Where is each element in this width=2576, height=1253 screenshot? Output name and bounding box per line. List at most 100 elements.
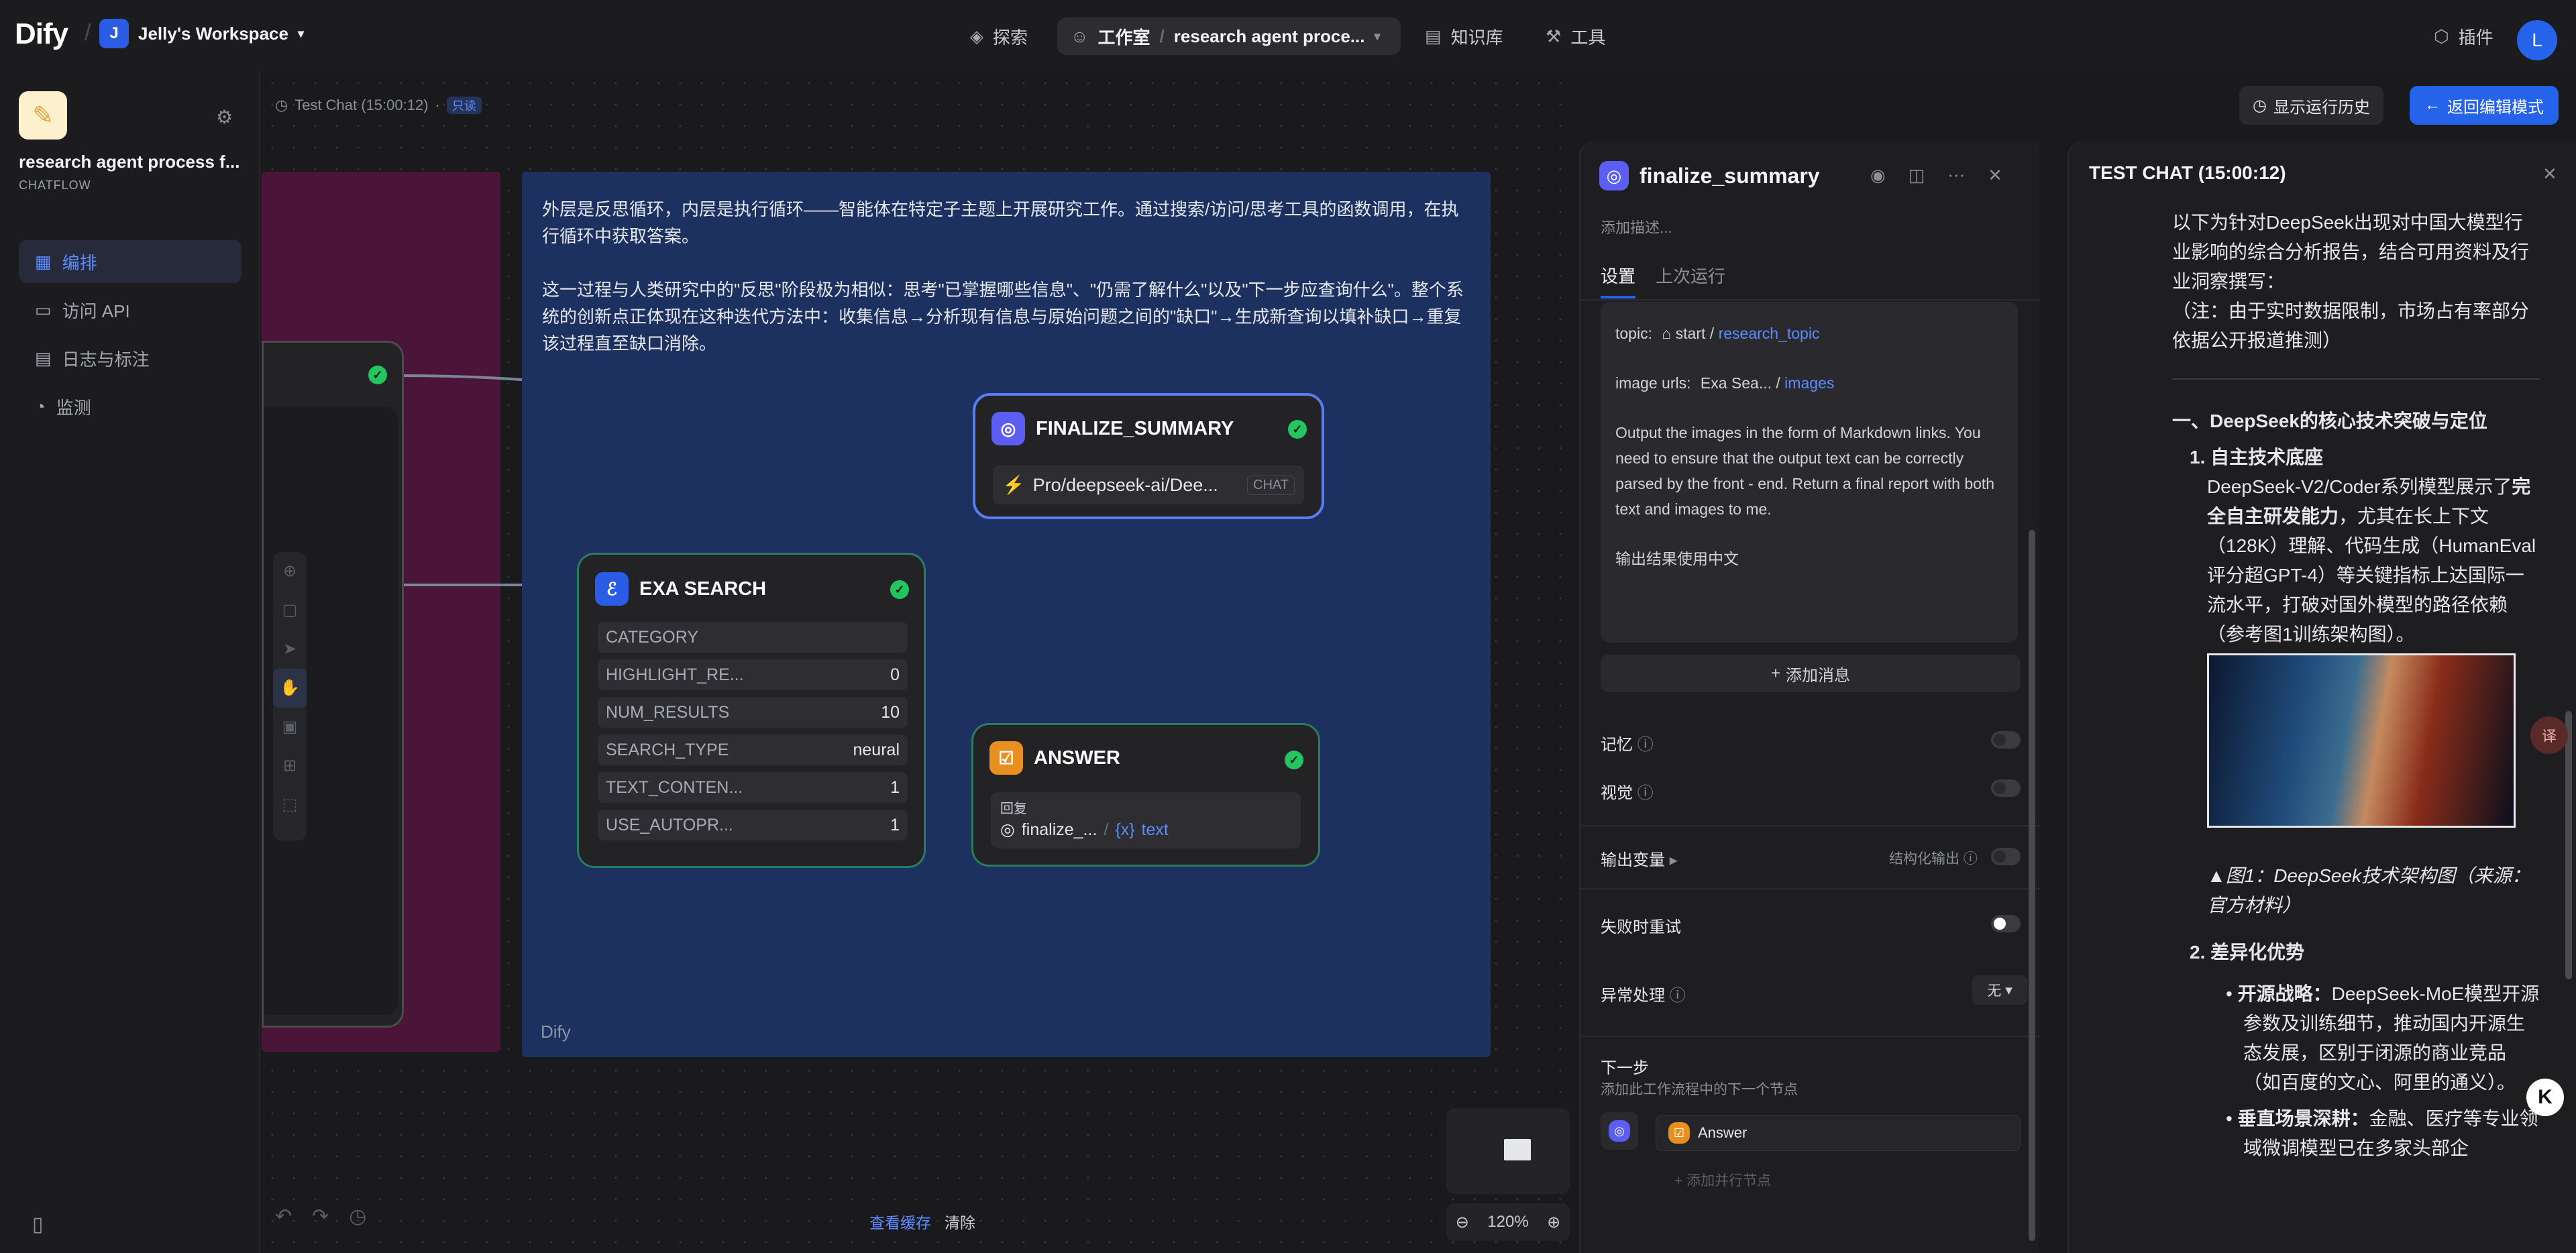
zoom-out-icon[interactable]: ⊖ xyxy=(1456,1213,1469,1232)
clear-button[interactable]: 清除 xyxy=(945,1210,975,1233)
model-tag: CHAT xyxy=(1247,475,1295,495)
var-name: images xyxy=(1784,374,1835,392)
more-icon[interactable]: ⋯ xyxy=(1947,165,1965,186)
view-cache-button[interactable]: 查看缓存 xyxy=(869,1210,931,1233)
redo-icon[interactable]: ↷ xyxy=(312,1205,329,1228)
nav-tools[interactable]: ⚒ 工具 xyxy=(1532,17,1619,55)
close-icon[interactable]: ✕ xyxy=(2542,164,2557,184)
document-icon: ▤ xyxy=(35,347,52,368)
next-node-answer[interactable]: ☑ Answer xyxy=(1656,1115,2021,1151)
answer-node[interactable]: ☑ ANSWER ✓ 回复 ◎ finalize_... / {x} text xyxy=(971,723,1320,867)
param-value: 0 xyxy=(890,665,900,684)
next-step-title: 下一步 xyxy=(1601,1059,1649,1077)
model-selector[interactable]: ⚡ Pro/deepseek-ai/Dee... CHAT xyxy=(993,466,1304,504)
nav-studio[interactable]: ☺ 工作室 / research agent proce... ▾ xyxy=(1057,17,1401,55)
param-row: NUM_RESULTS 10 xyxy=(598,697,908,728)
run-step-icon[interactable]: ◉ xyxy=(1870,165,1886,186)
breadcrumb-app[interactable]: research agent proce... xyxy=(1174,26,1365,47)
assistant-floating-icon[interactable]: K xyxy=(2526,1079,2564,1116)
add-parallel-node[interactable]: + 添加并行节点 xyxy=(1674,1170,1771,1190)
collapse-sidebar-icon[interactable]: ▯ xyxy=(32,1213,44,1236)
undo-icon[interactable]: ↶ xyxy=(275,1205,292,1228)
error-value: 无 xyxy=(1987,983,2002,999)
retry-label: 失败时重试 xyxy=(1601,918,1681,936)
retry-toggle[interactable] xyxy=(1991,915,2021,932)
workspace-switcher[interactable]: J Jelly's Workspace ▾ xyxy=(99,19,304,48)
vision-toggle[interactable] xyxy=(1991,779,2021,797)
tab-settings[interactable]: 设置 xyxy=(1601,263,1636,298)
memory-toggle[interactable] xyxy=(1991,731,2021,749)
nav-knowledge[interactable]: ▤ 知识库 xyxy=(1411,17,1517,55)
description-input[interactable]: 添加描述... xyxy=(1601,216,1672,237)
menu-orchestrate[interactable]: ▦ 编排 xyxy=(19,240,241,283)
breadcrumb-separator: / xyxy=(1159,25,1165,46)
minimap[interactable] xyxy=(1446,1108,1570,1194)
item-text: ，尤其在长上下文（128K）理解、代码生成（HumanEval评分超GPT-4）… xyxy=(2207,506,2536,645)
split-view-icon[interactable]: ◫ xyxy=(1909,165,1925,186)
memory-row: 记忆 ⓘ xyxy=(1601,731,1654,755)
user-avatar[interactable]: L xyxy=(2517,20,2557,60)
bullet-2: • 垂直场景深耕：金融、医疗等专业领域微调模型已在多家头部企 xyxy=(2226,1108,2538,1158)
node-title: FINALIZE_SUMMARY xyxy=(1036,417,1234,439)
prompt-editor[interactable]: topic: ⌂ start / research_topic image ur… xyxy=(1601,302,2018,643)
architecture-image[interactable] xyxy=(2207,653,2516,828)
history-icon[interactable]: ◷ xyxy=(349,1205,366,1228)
chat-scrollbar[interactable] xyxy=(2565,711,2572,979)
param-row: HIGHLIGHT_RE... 0 xyxy=(598,659,908,690)
current-node-chip: ◎ xyxy=(1601,1112,1638,1150)
zoom-in-icon[interactable]: ⊕ xyxy=(1547,1213,1560,1232)
settings-sliders-icon[interactable]: ⚙ xyxy=(216,106,233,128)
param-key: SEARCH_TYPE xyxy=(606,740,729,759)
structured-output-toggle[interactable] xyxy=(1991,848,2021,865)
nav-tools-label: 工具 xyxy=(1570,27,1606,48)
menu-api[interactable]: ▭ 访问 API xyxy=(19,288,241,331)
output-vars-row[interactable]: 输出变量 ▸ xyxy=(1601,847,1678,870)
var-chip: Exa Sea... / images xyxy=(1695,370,1840,396)
menu-logs[interactable]: ▤ 日志与标注 xyxy=(19,337,241,380)
dify-logo[interactable]: Dify xyxy=(15,17,68,51)
memory-label: 记忆 xyxy=(1601,736,1633,754)
translate-floating-icon[interactable]: 译 xyxy=(2530,716,2568,754)
chevron-down-icon: ▾ xyxy=(2005,982,2012,998)
back-edit-label: 返回编辑模式 xyxy=(2447,98,2544,117)
var-node: finalize_... xyxy=(1021,820,1097,839)
answer-icon: ☑ xyxy=(1668,1122,1690,1144)
finalize-summary-node[interactable]: ◎ FINALIZE_SUMMARY ✓ ⚡ Pro/deepseek-ai/Dee… xyxy=(973,393,1324,519)
add-message-button[interactable]: + 添加消息 xyxy=(1601,655,2021,692)
chevron-down-icon[interactable]: ▾ xyxy=(1374,30,1380,44)
add-message-label: 添加消息 xyxy=(1786,666,1850,685)
reply-var: ◎ finalize_... / {x} text xyxy=(1000,820,1291,840)
back-to-edit-button[interactable]: ← 返回编辑模式 xyxy=(2410,86,2559,125)
chevron-right-icon: ▸ xyxy=(1669,851,1678,869)
tab-last-run[interactable]: 上次运行 xyxy=(1656,263,1725,298)
workspace-avatar: J xyxy=(99,19,129,48)
item-title: 差异化优势 xyxy=(2210,942,2305,963)
node-header: ☑ ANSWER xyxy=(989,741,1120,775)
exa-search-node[interactable]: ℰ EXA SEARCH ✓ CATEGORY HIGHLIGHT_RE... 0 … xyxy=(577,553,926,868)
image-caption: ▲图1：DeepSeek技术架构图（来源：官方材料） xyxy=(2207,865,2531,916)
item-title: 自主技术底座 xyxy=(2210,447,2324,468)
error-handling-select[interactable]: 无 ▾ xyxy=(1972,975,2027,1005)
divider xyxy=(1580,299,2041,301)
node-header: ℰ EXA SEARCH xyxy=(595,572,766,606)
help-icon: ⓘ xyxy=(1637,784,1654,802)
nav-plugins[interactable]: ⬡ 插件 xyxy=(2420,17,2507,55)
panel-scrollbar[interactable] xyxy=(2029,530,2035,1241)
nav-explore[interactable]: ◈ 探索 xyxy=(957,17,1041,55)
compass-icon: ◈ xyxy=(970,25,983,46)
plus-icon: + xyxy=(1770,664,1780,682)
close-icon[interactable]: ✕ xyxy=(1988,165,2002,186)
param-row: USE_AUTOPR... 1 xyxy=(598,810,908,840)
zoom-level[interactable]: 120% xyxy=(1487,1213,1528,1232)
show-history-button[interactable]: ◷ 显示运行历史 xyxy=(2239,86,2383,125)
workflow-canvas[interactable]: ◷ Test Chat (15:00:12) · 只读 ✓ ⊕ ▢ ➤ ✋ ▣ ⊞ ⬚ 外层是反思… xyxy=(262,72,1576,1253)
param-key: CATEGORY xyxy=(606,627,698,647)
gauge-icon: ◔ xyxy=(35,396,46,417)
menu-label: 监测 xyxy=(56,397,91,418)
app-type: CHATFLOW xyxy=(19,178,91,192)
success-check-icon: ✓ xyxy=(1288,420,1307,439)
menu-monitor[interactable]: ◔ 监测 xyxy=(19,385,241,428)
param-row: TEXT_CONTEN... 1 xyxy=(598,772,908,803)
var-chip: ⌂ start / research_topic xyxy=(1656,321,1825,346)
chat-heading: 一、DeepSeek的核心技术突破与定位 xyxy=(2172,411,2487,431)
